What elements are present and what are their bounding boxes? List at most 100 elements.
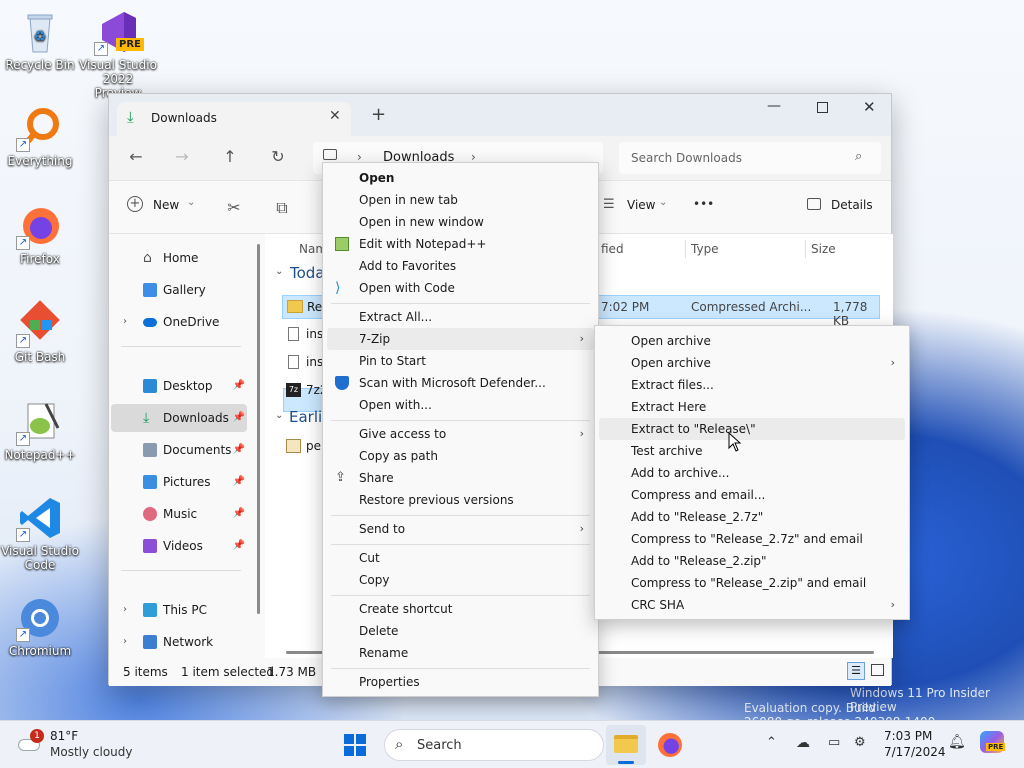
submenu-item-extract-files[interactable]: Extract files... <box>599 374 905 396</box>
shortcut-arrow-icon: ↗ <box>16 334 30 348</box>
clock-time[interactable]: 7:03 PM <box>884 729 932 743</box>
menu-item-rename[interactable]: Rename <box>327 642 594 664</box>
desktop-icon-chromium[interactable]: ↗ Chromium <box>0 594 80 658</box>
notification-bell-icon[interactable]: 🔔︎ <box>948 734 966 750</box>
submenu-item-compress-7z-email[interactable]: Compress to "Release_2.7z" and email <box>599 528 905 550</box>
nav-home[interactable]: ⌂ Home <box>111 244 247 272</box>
nav-this-pc[interactable]: › This PC <box>111 596 247 624</box>
menu-item-delete[interactable]: Delete <box>327 620 594 642</box>
column-header-type[interactable]: Type <box>691 242 719 256</box>
menu-item-extract-all[interactable]: Extract All... <box>327 306 594 328</box>
tray-overflow-chevron-icon[interactable]: ⌃ <box>766 735 777 750</box>
nav-music[interactable]: Music 📌 <box>111 500 247 528</box>
cut-icon[interactable]: ✂ <box>219 193 249 223</box>
menu-item-open-with-code[interactable]: ⟩ Open with Code <box>327 277 594 299</box>
details-view-toggle-icon[interactable]: ☰ <box>847 662 865 680</box>
pin-icon[interactable]: 📌 <box>233 468 245 496</box>
tab-downloads[interactable]: ⤓ Downloads ✕ <box>117 102 351 136</box>
nav-pictures[interactable]: Pictures 📌 <box>111 468 247 496</box>
submenu-item-add-zip[interactable]: Add to "Release_2.zip" <box>599 550 905 572</box>
menu-item-7zip[interactable]: 7-Zip › <box>327 328 594 350</box>
menu-item-give-access[interactable]: Give access to › <box>327 423 594 445</box>
menu-item-open-with[interactable]: Open with... <box>327 394 594 416</box>
column-header-size[interactable]: Size <box>811 242 836 256</box>
pin-icon[interactable]: 📌 <box>233 404 245 432</box>
menu-item-properties[interactable]: Properties <box>327 671 594 693</box>
submenu-item-extract-to-release[interactable]: Extract to "Release\" <box>599 418 905 440</box>
pin-icon[interactable]: 📌 <box>233 372 245 400</box>
taskbar-search-box[interactable]: ⌕ Search <box>384 729 604 761</box>
menu-item-add-favorites[interactable]: Add to Favorites <box>327 255 594 277</box>
menu-item-pin-to-start[interactable]: Pin to Start <box>327 350 594 372</box>
menu-item-open-new-window[interactable]: Open in new window <box>327 211 594 233</box>
refresh-icon[interactable]: ↻ <box>263 142 293 172</box>
network-offline-icon[interactable]: ☁ <box>796 735 810 751</box>
submenu-item-extract-here[interactable]: Extract Here <box>599 396 905 418</box>
pin-icon[interactable]: 📌 <box>233 532 245 560</box>
nav-scrollbar[interactable] <box>257 244 260 614</box>
forward-arrow-icon[interactable]: → <box>167 142 197 172</box>
nav-downloads[interactable]: ⤓ Downloads 📌 <box>111 404 247 432</box>
menu-item-share[interactable]: ⇪ Share <box>327 467 594 489</box>
submenu-item-test-archive[interactable]: Test archive <box>599 440 905 462</box>
pin-icon[interactable]: 📌 <box>233 436 245 464</box>
tab-close-icon[interactable]: ✕ <box>329 108 341 124</box>
nav-network[interactable]: › Network <box>111 628 247 656</box>
copilot-button[interactable]: PRE <box>980 731 1006 757</box>
desktop-icon-visual-studio-preview[interactable]: PRE ↗ Visual Studio 2022 Preview <box>78 8 158 100</box>
search-box[interactable]: Search Downloads ⌕ <box>619 142 881 174</box>
nav-documents[interactable]: Documents 📌 <box>111 436 247 464</box>
column-header-date[interactable]: fied <box>601 242 624 256</box>
nav-gallery[interactable]: Gallery <box>111 276 247 304</box>
submenu-item-crc-sha[interactable]: CRC SHA › <box>599 594 905 616</box>
desktop-icon-everything[interactable]: ↗ Everything <box>0 104 80 168</box>
weather-widget[interactable]: 1 81°F Mostly cloudy <box>14 727 144 763</box>
submenu-item-open-archive-more[interactable]: Open archive › <box>599 352 905 374</box>
minimize-button[interactable]: — <box>767 98 781 114</box>
menu-item-open[interactable]: Open <box>327 167 594 189</box>
view-button[interactable]: ☰ View ⌄ <box>603 197 673 221</box>
nav-onedrive[interactable]: › OneDrive <box>111 308 247 336</box>
submenu-item-add-to-archive[interactable]: Add to archive... <box>599 462 905 484</box>
up-arrow-icon[interactable]: ↑ <box>215 142 245 172</box>
nav-videos[interactable]: Videos 📌 <box>111 532 247 560</box>
back-arrow-icon[interactable]: ← <box>121 142 151 172</box>
nav-desktop[interactable]: Desktop 📌 <box>111 372 247 400</box>
accessibility-icon[interactable]: ⚙ <box>854 735 866 750</box>
display-icon[interactable]: ▭ <box>828 735 840 750</box>
menu-item-cut[interactable]: Cut <box>327 547 594 569</box>
desktop-icon-git-bash[interactable]: ↗ Git Bash <box>0 300 80 364</box>
maximize-button[interactable] <box>817 102 828 113</box>
clock-date[interactable]: 7/17/2024 <box>884 745 946 759</box>
taskbar-firefox[interactable] <box>650 725 690 765</box>
desktop-icon-firefox[interactable]: ↗ Firefox <box>0 202 80 266</box>
menu-item-copy-as-path[interactable]: Copy as path <box>327 445 594 467</box>
search-input[interactable]: Search Downloads <box>631 151 742 165</box>
desktop-icon-recycle-bin[interactable]: ♻ Recycle Bin <box>0 8 80 72</box>
tiles-view-toggle-icon[interactable] <box>871 664 884 676</box>
group-toggle-icon[interactable]: ⌄ <box>275 266 283 277</box>
copy-icon[interactable]: ⧉ <box>267 193 297 223</box>
start-button[interactable] <box>344 734 366 756</box>
menu-item-copy[interactable]: Copy <box>327 569 594 591</box>
desktop-icon-vscode[interactable]: ↗ Visual Studio Code <box>0 494 80 572</box>
submenu-item-add-7z[interactable]: Add to "Release_2.7z" <box>599 506 905 528</box>
pin-icon[interactable]: 📌 <box>233 500 245 528</box>
more-options-button[interactable]: ••• <box>693 197 714 211</box>
menu-item-send-to[interactable]: Send to › <box>327 518 594 540</box>
submenu-item-compress-email[interactable]: Compress and email... <box>599 484 905 506</box>
new-tab-button[interactable]: + <box>371 104 386 125</box>
taskbar-file-explorer[interactable] <box>606 725 646 765</box>
close-window-button[interactable]: ✕ <box>863 98 876 116</box>
menu-item-create-shortcut[interactable]: Create shortcut <box>327 598 594 620</box>
submenu-item-open-archive[interactable]: Open archive <box>599 330 905 352</box>
menu-item-edit-notepadpp[interactable]: Edit with Notepad++ <box>327 233 594 255</box>
menu-item-restore-versions[interactable]: Restore previous versions <box>327 489 594 511</box>
group-toggle-icon[interactable]: ⌄ <box>275 410 283 421</box>
menu-item-open-new-tab[interactable]: Open in new tab <box>327 189 594 211</box>
desktop-icon-notepadpp[interactable]: ↗ Notepad++ <box>0 398 80 462</box>
details-pane-button[interactable]: Details <box>807 197 877 221</box>
menu-item-scan-defender[interactable]: Scan with Microsoft Defender... <box>327 372 594 394</box>
music-icon <box>143 507 157 521</box>
submenu-item-compress-zip-email[interactable]: Compress to "Release_2.zip" and email <box>599 572 905 594</box>
